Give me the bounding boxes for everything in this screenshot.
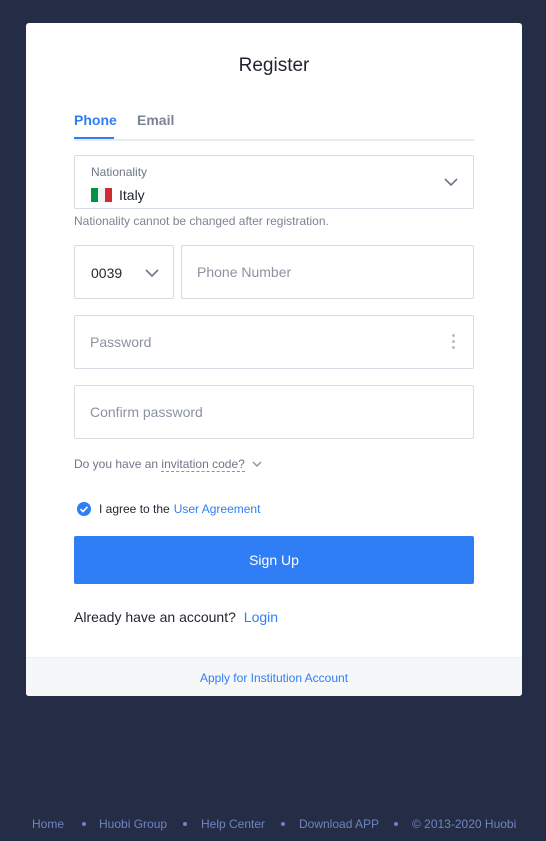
footer-separator (82, 822, 86, 826)
nationality-select[interactable]: Nationality Italy (74, 155, 474, 209)
confirm-password-input[interactable] (74, 385, 474, 439)
nationality-hint: Nationality cannot be changed after regi… (74, 214, 329, 228)
card-footer: Apply for Institution Account (26, 657, 522, 696)
tab-email[interactable]: Email (137, 112, 174, 128)
nationality-value: Italy (119, 187, 145, 203)
nationality-label: Nationality (91, 165, 148, 179)
agreement-row: I agree to the User Agreement (77, 501, 260, 517)
login-prompt: Already have an account? Login (74, 609, 278, 625)
chevron-down-icon (444, 178, 458, 187)
footer-separator (281, 822, 285, 826)
italy-flag-icon (91, 188, 112, 202)
page-footer: Home Huobi Group Help Center Download AP… (0, 815, 546, 833)
login-prompt-text: Already have an account? (74, 609, 236, 625)
password-input[interactable] (74, 315, 474, 369)
agreement-checkbox[interactable] (77, 502, 91, 516)
invitation-prefix: Do you have an (74, 457, 159, 471)
user-agreement-link[interactable]: User Agreement (174, 502, 261, 516)
page-title: Register (238, 55, 310, 76)
country-code-value: 0039 (91, 265, 123, 281)
active-tab-indicator (74, 137, 114, 139)
footer-link-huobi-group[interactable]: Huobi Group (99, 817, 167, 831)
tab-bar: Phone Email (74, 107, 474, 141)
footer-link-help-center[interactable]: Help Center (201, 817, 265, 831)
footer-separator (394, 822, 398, 826)
checkmark-icon (79, 506, 89, 513)
invitation-code-toggle: Do you have an invitation code? (74, 457, 262, 472)
tab-phone[interactable]: Phone (74, 112, 117, 128)
sign-up-button[interactable]: Sign Up (74, 536, 474, 584)
phone-number-input[interactable] (181, 245, 474, 299)
institution-account-link[interactable]: Apply for Institution Account (200, 671, 348, 685)
footer-link-download-app[interactable]: Download APP (299, 817, 379, 831)
country-code-select[interactable]: 0039 (74, 245, 174, 299)
agreement-text: I agree to the (99, 502, 170, 516)
footer-link-home[interactable]: Home (32, 817, 64, 831)
chevron-down-icon (145, 269, 159, 278)
login-link[interactable]: Login (244, 609, 278, 625)
footer-copyright: © 2013-2020 Huobi (412, 817, 517, 831)
password-options-icon[interactable] (452, 334, 456, 350)
chevron-down-icon[interactable] (252, 461, 262, 468)
invitation-code-link[interactable]: invitation code? (161, 457, 245, 472)
footer-separator (183, 822, 187, 826)
register-card: Register Phone Email Nationality Italy N… (26, 23, 522, 696)
